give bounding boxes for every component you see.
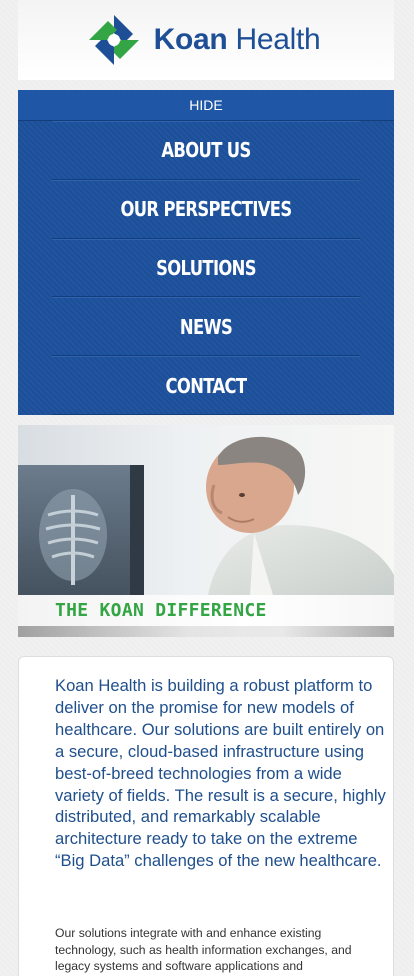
brand-name: Koan Health <box>154 23 321 57</box>
lead-paragraph: Koan Health is building a robust platfor… <box>55 676 386 871</box>
brand-name-light: Health <box>227 23 321 56</box>
brand-name-bold: Koan <box>153 23 228 56</box>
main-nav: HIDE ABOUT US OUR PERSPECTIVES SOLUTIONS… <box>18 90 394 415</box>
nav-item-about-us[interactable]: ABOUT US <box>51 121 361 180</box>
hero-banner: THE KOAN DIFFERENCE <box>18 425 394 637</box>
hero-caption-bar <box>18 626 394 637</box>
nav-item-contact[interactable]: CONTACT <box>51 356 361 415</box>
hero-caption: THE KOAN DIFFERENCE <box>18 595 394 637</box>
hero-caption-text: THE KOAN DIFFERENCE <box>55 600 267 621</box>
site-header: Koan Health <box>18 0 394 80</box>
nav-item-news[interactable]: NEWS <box>51 297 361 357</box>
nav-item-our-perspectives[interactable]: OUR PERSPECTIVES <box>51 179 361 239</box>
nav-item-solutions[interactable]: SOLUTIONS <box>51 238 361 298</box>
nav-hide-toggle[interactable]: HIDE <box>18 90 394 121</box>
site-logo[interactable]: Koan Health <box>86 12 321 68</box>
content-card: Koan Health is building a robust platfor… <box>18 656 394 976</box>
hero-image <box>18 425 394 595</box>
body-paragraph: Our solutions integrate with and enhance… <box>55 926 352 973</box>
koan-logo-icon <box>88 15 139 65</box>
